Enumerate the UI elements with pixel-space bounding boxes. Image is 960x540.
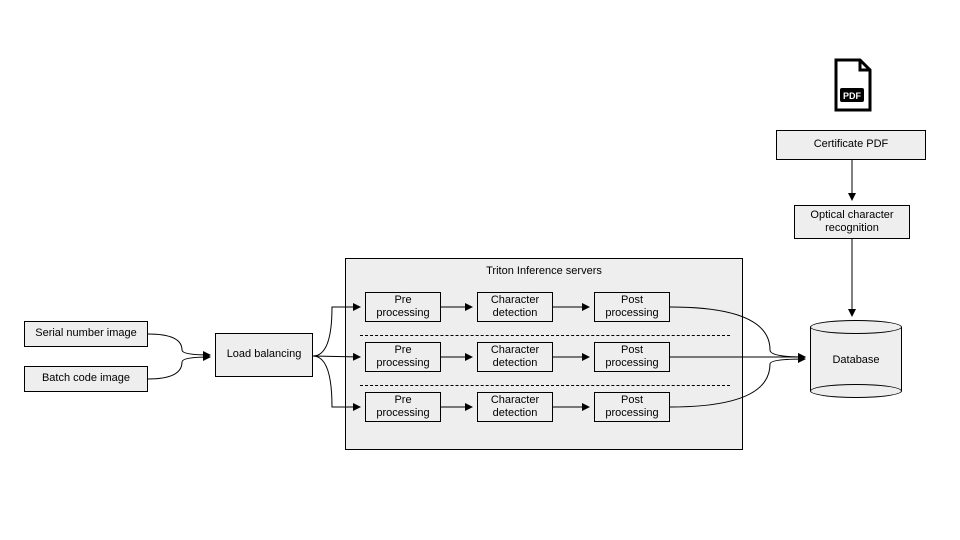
diagram-stage: Serial number image Batch code image Loa… [0,0,960,540]
certificate-pdf-box: Certificate PDF [776,130,926,160]
divider [360,335,730,336]
pre-processing-box: Pre processing [365,342,441,372]
pdf-file-icon: PDF [828,58,876,114]
post-processing-box: Post processing [594,342,670,372]
divider [360,385,730,386]
load-balancing-box: Load balancing [215,333,313,377]
character-detection-box: Character detection [477,342,553,372]
post-processing-box: Post processing [594,292,670,322]
pre-processing-box: Pre processing [365,392,441,422]
svg-text:PDF: PDF [843,91,862,101]
database-label: Database [810,354,902,366]
batch-code-image-box: Batch code image [24,366,148,392]
character-detection-box: Character detection [477,292,553,322]
database-cylinder: Database [810,320,902,398]
triton-title: Triton Inference servers [346,265,742,277]
serial-number-image-box: Serial number image [24,321,148,347]
ocr-box: Optical character recognition [794,205,910,239]
post-processing-box: Post processing [594,392,670,422]
pre-processing-box: Pre processing [365,292,441,322]
character-detection-box: Character detection [477,392,553,422]
